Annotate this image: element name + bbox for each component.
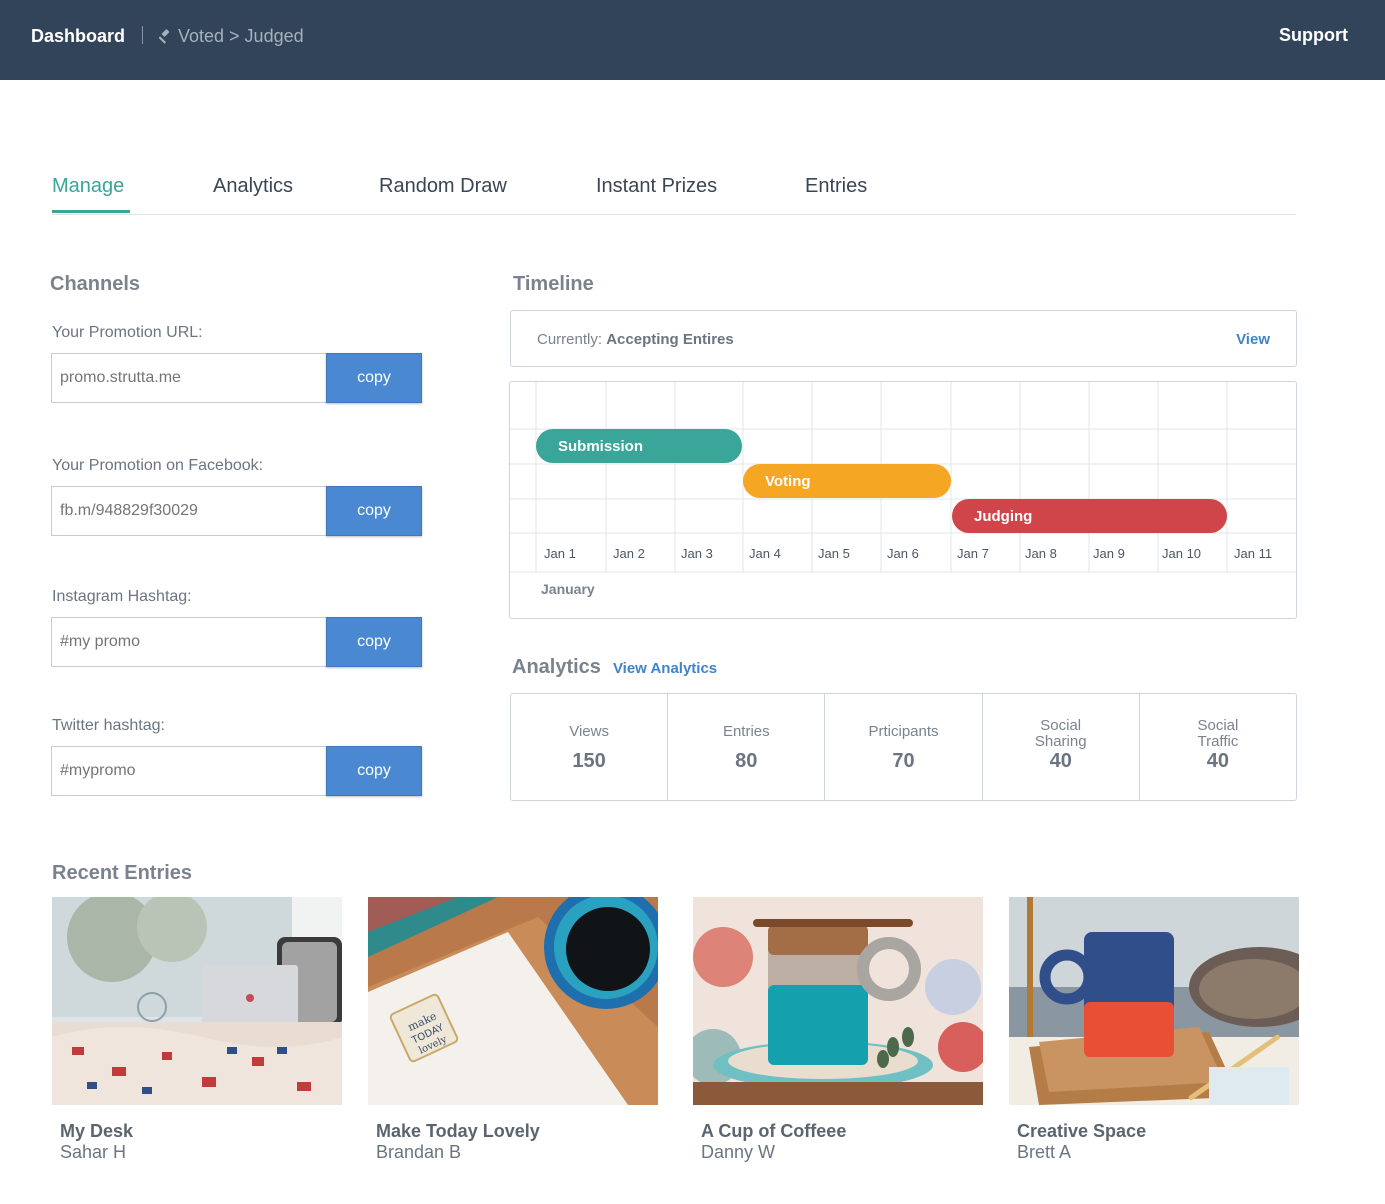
- stat-social-traffic: Social Traffic 40: [1140, 694, 1296, 800]
- facebook-label: Your Promotion on Facebook:: [52, 457, 264, 474]
- status-text: Currently: Accepting Entires: [537, 331, 734, 348]
- entry-title[interactable]: Make Today Lovely: [376, 1121, 658, 1142]
- breadcrumb-divider: [142, 26, 143, 44]
- day-label: Jan 3: [681, 546, 713, 561]
- tab-random-draw[interactable]: Random Draw: [379, 175, 507, 198]
- day-label: Jan 7: [957, 546, 989, 561]
- tab-instant-prizes[interactable]: Instant Prizes: [596, 175, 717, 198]
- stat-label-line: Social: [1197, 717, 1239, 734]
- entry-author: Sahar H: [60, 1142, 127, 1162]
- entry-card[interactable]: Creative Space Brett A: [1009, 897, 1299, 1163]
- timeline-title: Timeline: [513, 273, 594, 295]
- breadcrumb: Voted > Judged: [157, 26, 304, 47]
- stat-label: Prticipants: [825, 724, 981, 740]
- view-analytics-link[interactable]: View Analytics: [613, 660, 717, 677]
- tab-bar: Manage Analytics Random Draw Instant Pri…: [52, 170, 1296, 215]
- submission-phase-bar[interactable]: Submission: [536, 429, 742, 463]
- promotion-url-input[interactable]: [51, 353, 327, 403]
- entry-card[interactable]: make TODAY lovely Make Today Lovely Bran…: [368, 897, 658, 1163]
- judging-phase-bar[interactable]: Judging: [952, 499, 1227, 533]
- entry-photo[interactable]: [52, 897, 342, 1105]
- entry-card[interactable]: My Desk Sahar H: [52, 897, 342, 1163]
- copy-instagram-button[interactable]: copy: [326, 617, 422, 667]
- entry-photo[interactable]: [1009, 897, 1299, 1105]
- entry-title[interactable]: Creative Space: [1017, 1121, 1299, 1142]
- day-label: Jan 8: [1025, 546, 1057, 561]
- month-label: January: [541, 581, 595, 597]
- breadcrumb-text[interactable]: Voted > Judged: [178, 26, 304, 47]
- entry-title[interactable]: My Desk: [60, 1121, 342, 1142]
- tab-entries[interactable]: Entries: [805, 175, 867, 198]
- entry-photo[interactable]: make TODAY lovely: [368, 897, 658, 1105]
- stat-value: 150: [572, 750, 606, 772]
- entry-card[interactable]: A Cup of Coffeee Danny W: [693, 897, 983, 1163]
- twitter-input[interactable]: [51, 746, 327, 796]
- stat-label-line: Sharing: [1034, 733, 1087, 750]
- stat-label-line: Traffic: [1197, 733, 1239, 750]
- twitter-label: Twitter hashtag:: [52, 717, 165, 734]
- stat-label-line: Views: [569, 723, 609, 740]
- coffee-photo-image: [693, 897, 983, 1105]
- analytics-header: Analytics View Analytics: [512, 656, 717, 679]
- day-label: Jan 4: [749, 546, 781, 561]
- active-tab-indicator: [52, 210, 130, 213]
- analytics-title: Analytics: [512, 656, 601, 678]
- stat-label-line: Entries: [722, 723, 770, 740]
- desk-photo-image: [52, 897, 342, 1105]
- support-link[interactable]: Support: [1279, 25, 1348, 46]
- analytics-stats: Views 150 Entries 80 Prticipants 70 Soci…: [510, 693, 1297, 801]
- stat-entries: Entries 80: [668, 694, 826, 800]
- stat-label: Social Sharing: [983, 718, 1139, 750]
- tab-analytics[interactable]: Analytics: [213, 175, 293, 198]
- copy-url-button[interactable]: copy: [326, 353, 422, 403]
- day-label: Jan 6: [887, 546, 919, 561]
- day-label: Jan 1: [544, 546, 576, 561]
- day-label: Jan 11: [1234, 546, 1273, 561]
- entry-photo[interactable]: [693, 897, 983, 1105]
- view-timeline-link[interactable]: View: [1236, 331, 1270, 348]
- stat-label: Entries: [668, 724, 824, 740]
- entry-author: Brandan B: [376, 1142, 462, 1162]
- dashboard-link[interactable]: Dashboard: [31, 26, 125, 47]
- stat-label-line: Social: [1040, 717, 1082, 734]
- facebook-input[interactable]: [51, 486, 327, 536]
- voting-phase-bar[interactable]: Voting: [743, 464, 951, 498]
- entry-title[interactable]: A Cup of Coffeee: [701, 1121, 983, 1142]
- promotion-url-label: Your Promotion URL:: [52, 324, 203, 341]
- top-navigation-bar: Dashboard Voted > Judged Support: [0, 0, 1385, 80]
- day-label: Jan 9: [1093, 546, 1125, 561]
- stat-value: 80: [735, 750, 758, 772]
- recent-entries-title: Recent Entries: [52, 862, 193, 884]
- stat-label-line: Prticipants: [868, 723, 939, 740]
- stat-value: 40: [1049, 750, 1072, 772]
- status-value: Accepting Entires: [606, 331, 734, 348]
- stat-views: Views 150: [511, 694, 669, 800]
- channels-title: Channels: [50, 273, 141, 295]
- day-label: Jan 2: [613, 546, 645, 561]
- entry-author: Danny W: [701, 1142, 776, 1162]
- lovely-photo-image: make TODAY lovely: [368, 897, 658, 1105]
- instagram-label: Instagram Hashtag:: [52, 588, 192, 605]
- copy-facebook-button[interactable]: copy: [326, 486, 422, 536]
- status-prefix: Currently:: [537, 331, 603, 348]
- stat-label: Views: [511, 724, 667, 740]
- gavel-icon: [158, 29, 170, 44]
- tab-manage[interactable]: Manage: [52, 175, 124, 198]
- day-label: Jan 10: [1162, 546, 1202, 561]
- timeline-chart: Submission Voting Judging Jan 1 Jan 2 Ja…: [509, 381, 1297, 619]
- stat-value: 40: [1206, 750, 1230, 772]
- instagram-input[interactable]: [51, 617, 327, 667]
- stat-participants: Prticipants 70: [825, 694, 983, 800]
- stat-social-sharing: Social Sharing 40: [983, 694, 1140, 800]
- day-label: Jan 5: [818, 546, 850, 561]
- stat-value: 70: [892, 750, 915, 772]
- entry-author: Brett A: [1017, 1142, 1072, 1162]
- creative-space-photo-image: [1009, 897, 1299, 1105]
- timeline-status: Currently: Accepting Entires View: [510, 310, 1297, 367]
- copy-twitter-button[interactable]: copy: [326, 746, 422, 796]
- stat-label: Social Traffic: [1140, 718, 1296, 750]
